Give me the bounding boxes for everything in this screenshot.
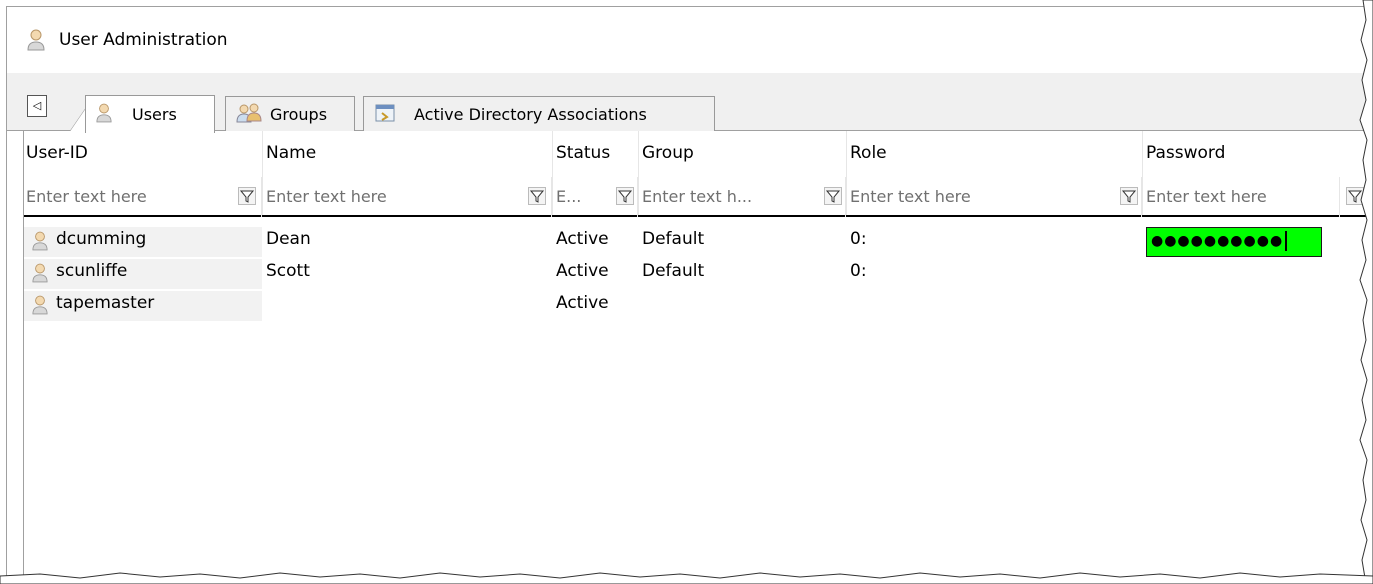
user-id-text: scunliffe [56,261,128,281]
tab-groups[interactable]: Groups [225,96,355,132]
column-header-user-id[interactable]: User-ID [26,143,88,163]
filter-funnel-icon[interactable] [824,187,842,205]
password-edit-field[interactable]: ●●●●●●●●●● [1146,227,1322,257]
tab-label: Active Directory Associations [414,105,647,124]
filter-funnel-icon[interactable] [238,187,256,205]
status-cell[interactable]: Active [556,229,609,249]
tab-label: Groups [270,105,328,124]
user-icon [32,295,48,320]
table-row[interactable]: scunliffe Scott Active Default 0: [24,259,1368,289]
role-cell[interactable]: 0: [850,229,867,249]
tab-active-directory-associations[interactable]: Active Directory Associations [363,96,715,132]
tab-users[interactable]: Users [85,95,215,133]
filter-input-group[interactable]: Enter text h... [640,177,846,217]
table-row[interactable]: dcumming Dean Active Default 0: ●●●●●●●●… [24,227,1368,257]
password-mask: ●●●●●●●●●● [1151,233,1284,249]
column-header-status[interactable]: Status [556,143,610,163]
filter-funnel-icon[interactable] [1120,187,1138,205]
user-icon [96,103,112,127]
status-cell[interactable]: Active [556,293,609,313]
user-administration-window: User Administration ◁ Users Groups Activ… [6,6,1368,584]
group-cell[interactable]: Default [642,261,704,281]
title-bar: User Administration [7,7,1367,73]
filter-funnel-icon[interactable] [616,187,634,205]
scroll-tabs-left-button[interactable]: ◁ [27,95,47,117]
user-icon [32,263,48,288]
user-icon [27,29,45,56]
torn-edge-right [1359,0,1373,584]
user-icon [32,231,48,256]
tab-strip: ◁ Users Groups Active Directory Associat… [7,73,1367,133]
group-icon [236,103,262,127]
user-id-text: tapemaster [56,293,155,313]
name-cell[interactable]: Dean [266,229,311,249]
column-header-group[interactable]: Group [642,143,694,163]
tab-label: Users [132,105,177,124]
torn-edge-bottom [0,572,1373,584]
filter-input-name[interactable]: Enter text here [264,177,552,217]
text-caret [1285,231,1288,251]
filter-input-user-id[interactable]: Enter text here [24,177,262,217]
group-cell[interactable]: Default [642,229,704,249]
filter-input-password[interactable]: Enter text here [1144,177,1340,217]
window-title: User Administration [59,30,228,50]
column-header-role[interactable]: Role [850,143,887,163]
column-header-password[interactable]: Password [1146,143,1225,163]
users-grid: User-ID Name Status Group Role Password … [23,131,1368,584]
name-cell[interactable]: Scott [266,261,310,281]
role-cell[interactable]: 0: [850,261,867,281]
status-cell[interactable]: Active [556,261,609,281]
user-id-cell[interactable]: scunliffe [24,259,262,289]
table-row[interactable]: tapemaster Active [24,291,1368,321]
filter-funnel-icon[interactable] [528,187,546,205]
filter-row: Enter text here Enter text here E... Ent… [24,177,1368,217]
user-id-cell[interactable]: tapemaster [24,291,262,321]
active-directory-icon [374,103,396,127]
user-id-text: dcumming [56,229,147,249]
filter-input-role[interactable]: Enter text here [848,177,1142,217]
user-id-cell[interactable]: dcumming [24,227,262,257]
column-header-name[interactable]: Name [266,143,316,163]
